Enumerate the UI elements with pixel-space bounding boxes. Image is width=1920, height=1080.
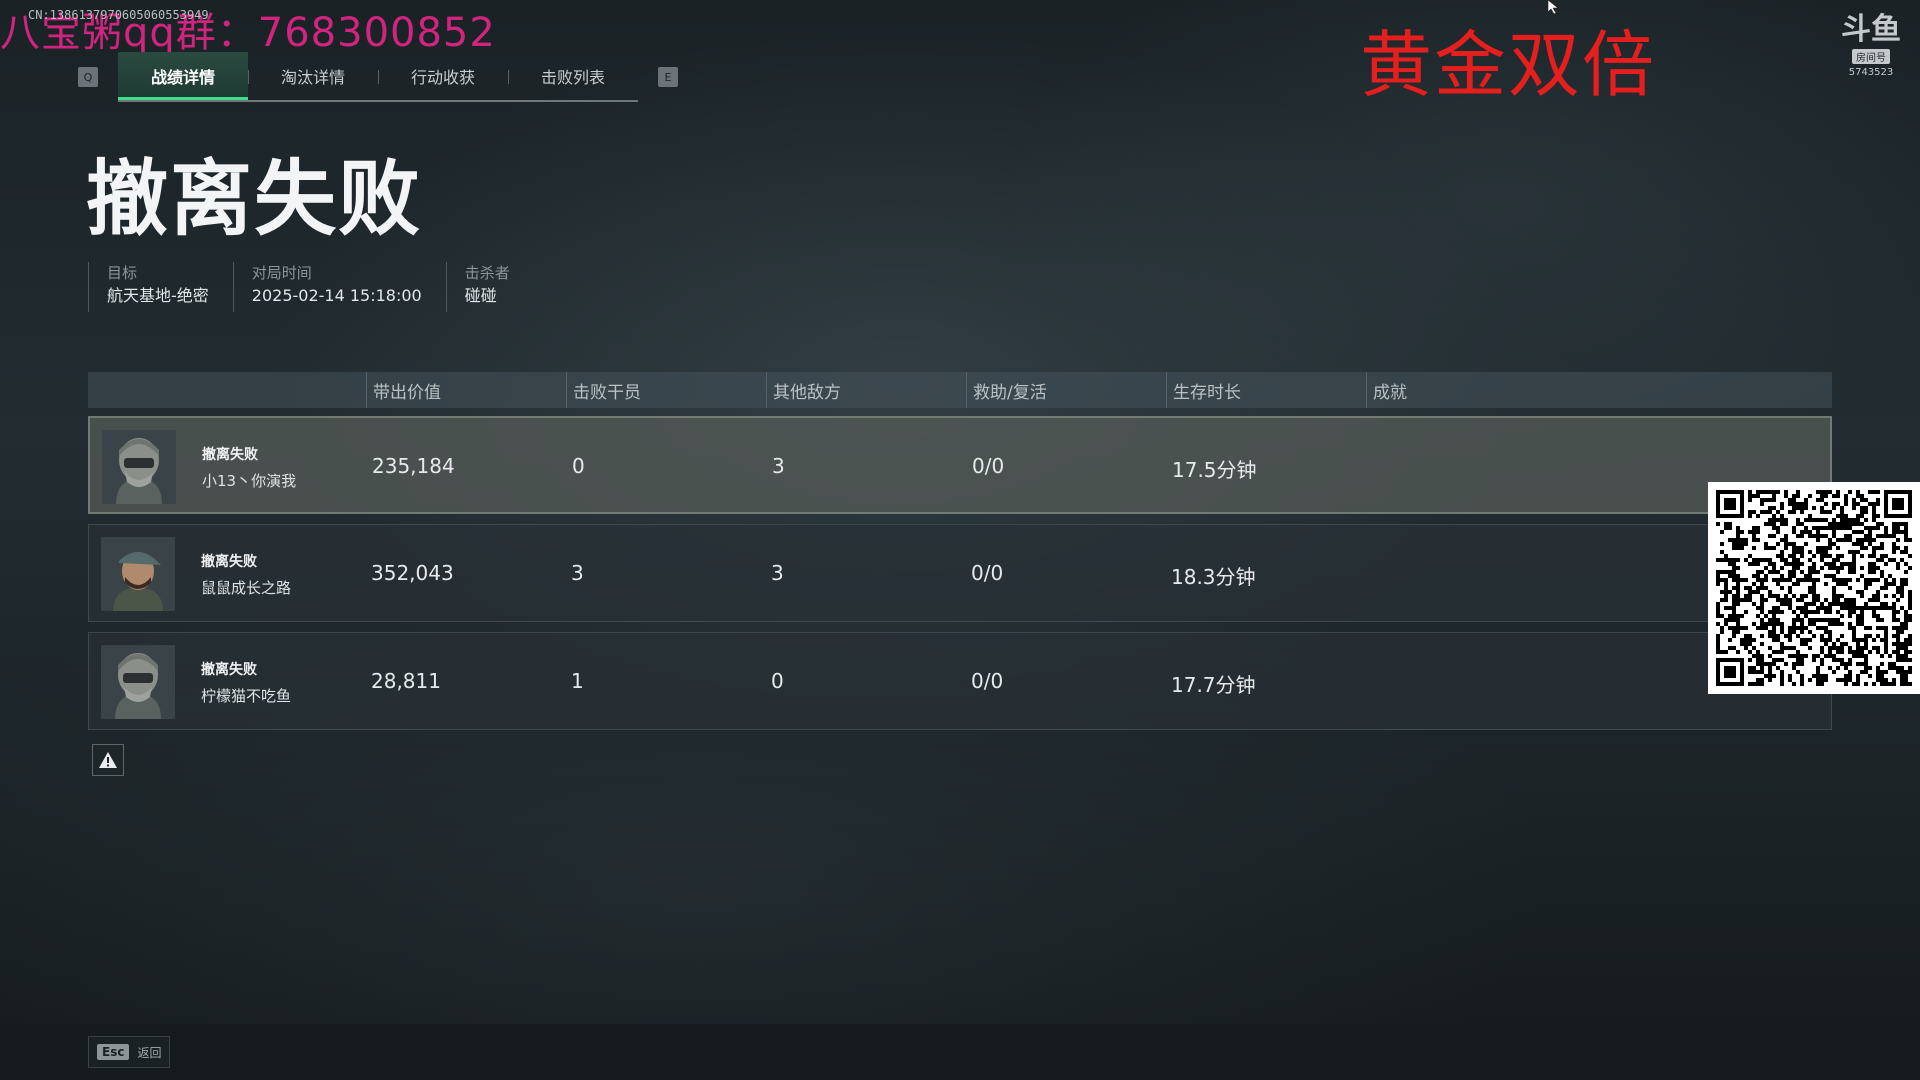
header-operators-defeated: 击败干员	[566, 372, 641, 408]
report-button[interactable]	[92, 744, 124, 776]
cell-assist-revive: 0/0	[972, 454, 1005, 478]
prev-tab-key-hint[interactable]: Q	[78, 67, 98, 87]
qr-code-icon	[1716, 490, 1912, 686]
cap-operator-icon	[101, 537, 175, 611]
cell-extracted-value: 28,811	[371, 669, 441, 693]
meta-killer: 击杀者 碰碰	[445, 262, 510, 312]
tab-action-rewards[interactable]: 行动收获	[378, 52, 508, 100]
header-survival-time: 生存时长	[1166, 372, 1241, 408]
meta-objective: 目标 航天基地-绝密	[88, 262, 209, 312]
cell-assist-revive: 0/0	[971, 561, 1004, 585]
helmet-operator-icon	[101, 645, 175, 719]
tab-battle-details[interactable]: 战绩详情	[118, 52, 248, 100]
meta-time: 对局时间 2025-02-14 15:18:00	[232, 262, 422, 312]
cell-survival-time: 18.3分钟	[1171, 565, 1256, 589]
match-meta: 目标 航天基地-绝密 对局时间 2025-02-14 15:18:00 击杀者 …	[88, 262, 534, 312]
player-status: 撤离失败	[201, 554, 257, 570]
game-screen: 八宝粥qq群：768300852 CN:13861379706050605539…	[0, 0, 1920, 1080]
qr-code-image	[1708, 482, 1920, 694]
table-row[interactable]: 撤离失败 小13丶你演我 235,184 0 3 0/0 17.5分钟	[88, 416, 1832, 514]
platform-logo: 斗鱼 房间号 5743523	[1838, 12, 1904, 79]
meta-time-value: 2025-02-14 15:18:00	[251, 286, 422, 305]
meta-objective-label: 目标	[107, 264, 138, 282]
cell-other-enemies: 0	[771, 669, 784, 693]
back-button[interactable]: Esc 返回	[88, 1036, 171, 1068]
cell-operators-defeated: 1	[571, 669, 584, 693]
tab-elimination-details[interactable]: 淘汰详情	[248, 52, 378, 100]
meta-objective-value: 航天基地-绝密	[107, 286, 209, 305]
squad-stats-table: 带出价值 击败干员 其他敌方 救助/复活 生存时长 成就 撤离失败 小13丶你演…	[88, 372, 1832, 730]
cell-survival-time: 17.7分钟	[1171, 673, 1256, 697]
bottom-bar: Esc 返回	[0, 1024, 1920, 1080]
helmet-operator-icon	[102, 430, 176, 504]
avatar	[101, 537, 175, 611]
tab-bar: Q 战绩详情 淘汰详情 行动收获 击败列表 E	[78, 52, 678, 102]
meta-killer-value: 碰碰	[464, 286, 497, 305]
platform-room-tag: 房间号	[1852, 49, 1890, 64]
platform-logo-glyph: 斗鱼	[1841, 12, 1901, 47]
header-achievements: 成就	[1366, 372, 1407, 408]
cell-operators-defeated: 0	[572, 454, 585, 478]
player-name: 小13丶你演我	[202, 472, 297, 490]
table-row[interactable]: 撤离失败 柠檬猫不吃鱼 28,811 1 0 0/0 17.7分钟	[88, 632, 1832, 730]
cell-operators-defeated: 3	[571, 561, 584, 585]
warning-icon	[99, 752, 117, 768]
tab-defeat-list[interactable]: 击败列表	[508, 52, 638, 100]
player-name: 柠檬猫不吃鱼	[201, 687, 292, 705]
player-status: 撤离失败	[201, 662, 257, 678]
next-tab-key-hint[interactable]: E	[658, 67, 678, 87]
player-status: 撤离失败	[202, 447, 258, 463]
player-name: 鼠鼠成长之路	[201, 579, 292, 597]
meta-killer-label: 击杀者	[464, 264, 510, 282]
mouse-cursor-icon	[1548, 0, 1559, 14]
avatar	[101, 645, 175, 719]
table-row[interactable]: 撤离失败 鼠鼠成长之路 352,043 3 3 0/0 18.3分钟	[88, 524, 1832, 622]
header-other-enemies: 其他敌方	[766, 372, 841, 408]
header-extracted-value: 带出价值	[366, 372, 441, 408]
stream-id-watermark: CN:1386137970605060553949	[28, 8, 209, 22]
header-assist-revive: 救助/复活	[966, 372, 1047, 408]
esc-key-hint: Esc	[97, 1044, 130, 1060]
avatar	[102, 430, 176, 504]
promo-text: 黄金双倍	[1360, 23, 1657, 107]
page-title: 撤离失败	[86, 152, 423, 247]
cell-extracted-value: 235,184	[372, 454, 455, 478]
cell-assist-revive: 0/0	[971, 669, 1004, 693]
tab-strip: 战绩详情 淘汰详情 行动收获 击败列表	[118, 52, 638, 102]
cell-other-enemies: 3	[771, 561, 784, 585]
cell-survival-time: 17.5分钟	[1172, 458, 1257, 482]
meta-time-label: 对局时间	[251, 264, 312, 282]
back-label: 返回	[137, 1045, 162, 1060]
cell-other-enemies: 3	[772, 454, 785, 478]
cell-extracted-value: 352,043	[371, 561, 454, 585]
room-number: 5743523	[1848, 67, 1894, 78]
table-header: 带出价值 击败干员 其他敌方 救助/复活 生存时长 成就	[88, 372, 1832, 408]
